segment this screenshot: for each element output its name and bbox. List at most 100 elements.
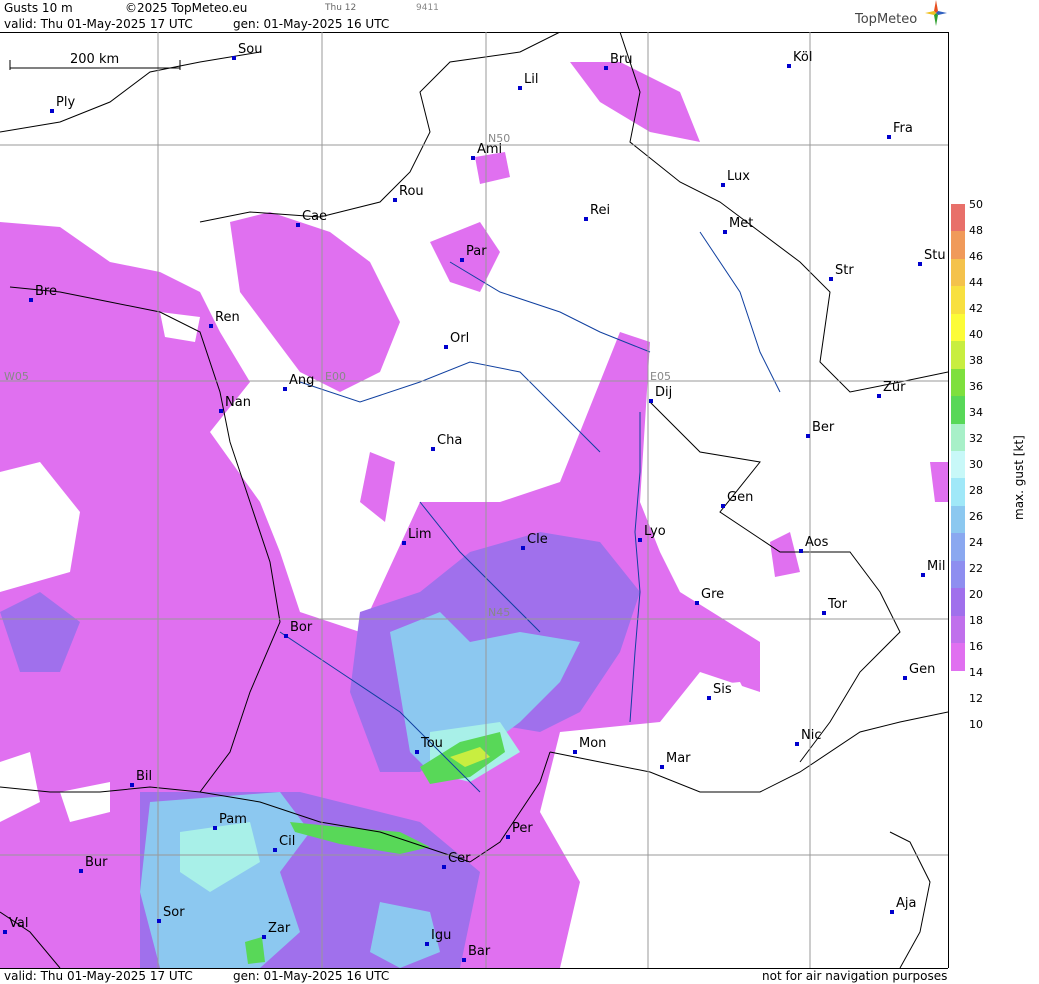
city-dot <box>799 549 803 553</box>
small-code: 9411 <box>416 3 439 13</box>
color-scale-swatch <box>951 423 965 452</box>
color-scale-swatch <box>951 231 965 260</box>
city-dot <box>573 750 577 754</box>
color-scale-swatch <box>951 258 965 287</box>
grid-label-n45: N45 <box>488 606 511 619</box>
footer-valid-time: valid: Thu 01-May-2025 17 UTC <box>4 969 193 983</box>
map-footer: valid: Thu 01-May-2025 17 UTC gen: 01-Ma… <box>0 968 948 984</box>
legend-tick-label: 26 <box>969 510 983 523</box>
city-dot <box>462 958 466 962</box>
city-dot <box>638 538 642 542</box>
color-scale-swatch <box>951 560 965 589</box>
city-dot <box>50 109 54 113</box>
color-scale-swatch <box>951 286 965 315</box>
topmeteo-logo: TopMeteo <box>855 0 947 27</box>
city-dot <box>918 262 922 266</box>
city-dot <box>795 742 799 746</box>
city-dot <box>232 56 236 60</box>
city-dot <box>890 910 894 914</box>
grid-label-e00: E00 <box>325 370 346 383</box>
color-scale-swatch <box>951 670 965 699</box>
valid-time: valid: Thu 01-May-2025 17 UTC <box>4 17 193 31</box>
logo-text: TopMeteo <box>855 12 918 27</box>
map-canvas <box>0 32 948 968</box>
city-dot <box>273 848 277 852</box>
small-day: Thu 12 <box>325 3 357 13</box>
legend-tick-label: 42 <box>969 302 983 315</box>
grid-label-e05: E05 <box>650 370 671 383</box>
legend-tick-label: 18 <box>969 614 983 627</box>
color-scale-swatch <box>951 396 965 425</box>
color-scale-swatch <box>951 533 965 562</box>
city-dot <box>3 930 7 934</box>
city-dot <box>425 942 429 946</box>
legend-tick-label: 50 <box>969 198 983 211</box>
gen-time: gen: 01-May-2025 16 UTC <box>233 17 390 31</box>
city-dot <box>877 394 881 398</box>
city-dot <box>506 835 510 839</box>
color-scale-swatch <box>951 451 965 479</box>
color-scale-swatch <box>951 204 965 232</box>
color-scale-swatch <box>951 643 965 672</box>
legend-tick-label: 46 <box>969 250 983 263</box>
compass-icon <box>925 0 947 26</box>
legend-tick-label: 38 <box>969 354 983 367</box>
city-dot <box>209 324 213 328</box>
city-dot <box>415 750 419 754</box>
city-dot <box>695 601 699 605</box>
color-scale-swatch <box>951 368 965 397</box>
legend-tick-label: 44 <box>969 276 983 289</box>
footer-gen-time: gen: 01-May-2025 16 UTC <box>233 969 390 983</box>
legend-tick-label: 14 <box>969 666 983 679</box>
legend-tick-label: 48 <box>969 224 983 237</box>
city-dot <box>649 399 653 403</box>
city-dot <box>402 541 406 545</box>
city-dot <box>393 198 397 202</box>
city-dot <box>130 783 134 787</box>
city-dot <box>442 865 446 869</box>
legend-tick-label: 10 <box>969 718 983 731</box>
legend-tick-label: 30 <box>969 458 983 471</box>
city-dot <box>518 86 522 90</box>
legend-tick-label: 34 <box>969 406 983 419</box>
city-dot <box>296 223 300 227</box>
city-dot <box>521 546 525 550</box>
map-header: Gusts 10 m ©2025 TopMeteo.eu Thu 12 9411… <box>0 0 948 33</box>
legend-tick-label: 12 <box>969 692 983 705</box>
city-dot <box>707 696 711 700</box>
color-scale-swatch <box>951 341 965 370</box>
city-dot <box>444 345 448 349</box>
legend-unit-label: max. gust [kt] <box>1012 435 1026 520</box>
city-dot <box>723 230 727 234</box>
city-dot <box>806 434 810 438</box>
city-dot <box>887 135 891 139</box>
city-dot <box>219 409 223 413</box>
city-dot <box>157 919 161 923</box>
legend-tick-label: 24 <box>969 536 983 549</box>
city-dot <box>284 634 288 638</box>
city-dot <box>721 183 725 187</box>
city-dot <box>787 64 791 68</box>
legend-tick-label: 36 <box>969 380 983 393</box>
legend-tick-label: 20 <box>969 588 983 601</box>
color-scale-swatch <box>951 478 965 507</box>
city-dot <box>921 573 925 577</box>
city-dot <box>721 504 725 508</box>
city-dot <box>29 298 33 302</box>
color-scale-bar <box>951 204 965 699</box>
legend-tick-label: 32 <box>969 432 983 445</box>
city-dot <box>460 258 464 262</box>
gust-map[interactable]: 200 km N50 N45 W05 E00 E05 Sou Bru Köl P… <box>0 32 949 968</box>
legend-tick-label: 40 <box>969 328 983 341</box>
legend-tick-label: 28 <box>969 484 983 497</box>
city-dot <box>471 156 475 160</box>
city-dot <box>262 935 266 939</box>
city-dot <box>283 387 287 391</box>
scale-bar-label: 200 km <box>70 52 120 67</box>
city-dot <box>584 217 588 221</box>
city-dot <box>829 277 833 281</box>
color-scale-swatch <box>951 588 965 617</box>
color-scale-swatch <box>951 615 965 644</box>
footer-disclaimer: not for air navigation purposes <box>762 969 948 983</box>
city-dot <box>213 826 217 830</box>
